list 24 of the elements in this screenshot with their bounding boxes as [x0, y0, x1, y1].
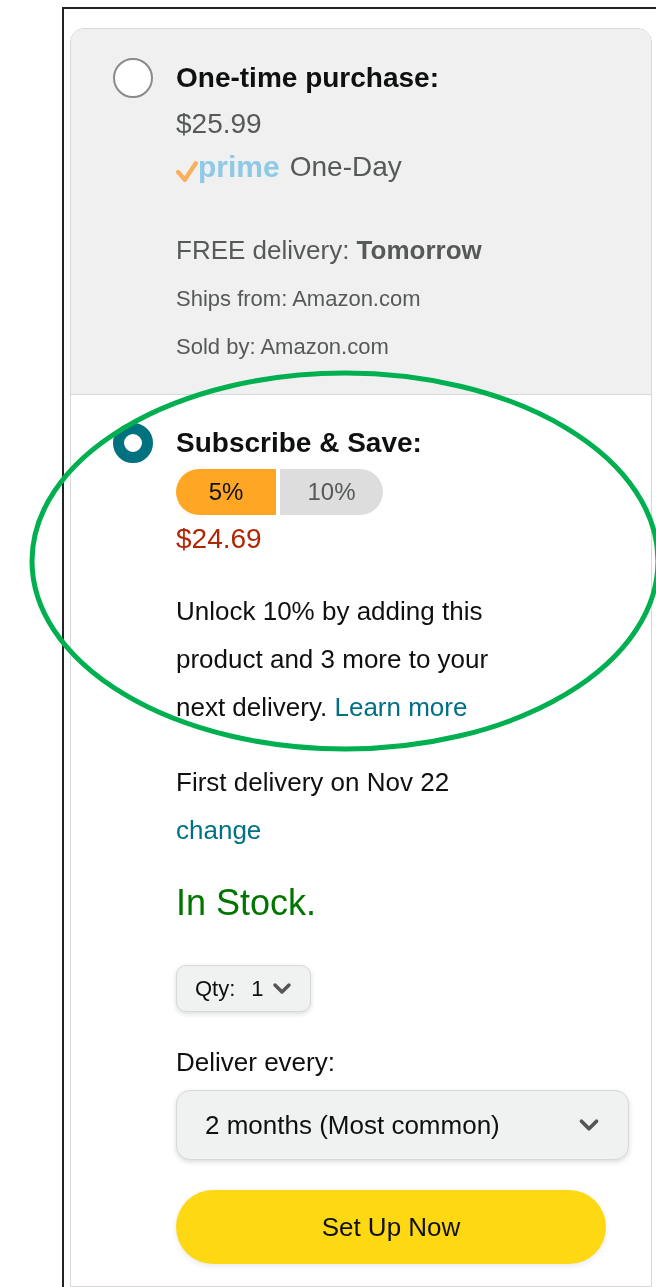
- deliver-every-label: Deliver every:: [176, 1046, 336, 1079]
- discount-tier[interactable]: 10%: [280, 469, 383, 515]
- delivery-date: FREE delivery: Tomorrow: [176, 234, 483, 267]
- unlock-message: Unlock 10% by adding this product and 3 more to your next delivery. Learn more: [176, 595, 490, 724]
- ships-from: Ships from: Amazon.com: [176, 285, 422, 313]
- set-up-now-button[interactable]: Set Up Now: [176, 1190, 606, 1264]
- price: $25.99: [176, 107, 263, 141]
- radio-button[interactable]: [113, 58, 153, 98]
- quantity-dropdown[interactable]: Qty: 1: [176, 965, 311, 1012]
- chevron-down-icon: [271, 981, 292, 996]
- price: $24.69: [176, 522, 263, 556]
- first-delivery-date: First delivery on Nov 22: [176, 766, 451, 799]
- option-title: Subscribe & Save:: [176, 426, 423, 460]
- radio-button[interactable]: [113, 423, 153, 463]
- frequency-dropdown[interactable]: 2 months (Most common): [176, 1090, 629, 1160]
- sold-by: Sold by: Amazon.com: [176, 333, 390, 361]
- prime-logo: prime: [176, 150, 280, 184]
- change-link[interactable]: change: [176, 806, 262, 854]
- stock-status: In Stock.: [176, 881, 318, 925]
- discount-tier[interactable]: 5%: [176, 469, 276, 515]
- delivery-speed: One-Day: [289, 150, 402, 184]
- option-title: One-time purchase:: [176, 61, 440, 95]
- chevron-down-icon: [578, 1117, 600, 1133]
- learn-more-link[interactable]: Learn more: [334, 692, 468, 722]
